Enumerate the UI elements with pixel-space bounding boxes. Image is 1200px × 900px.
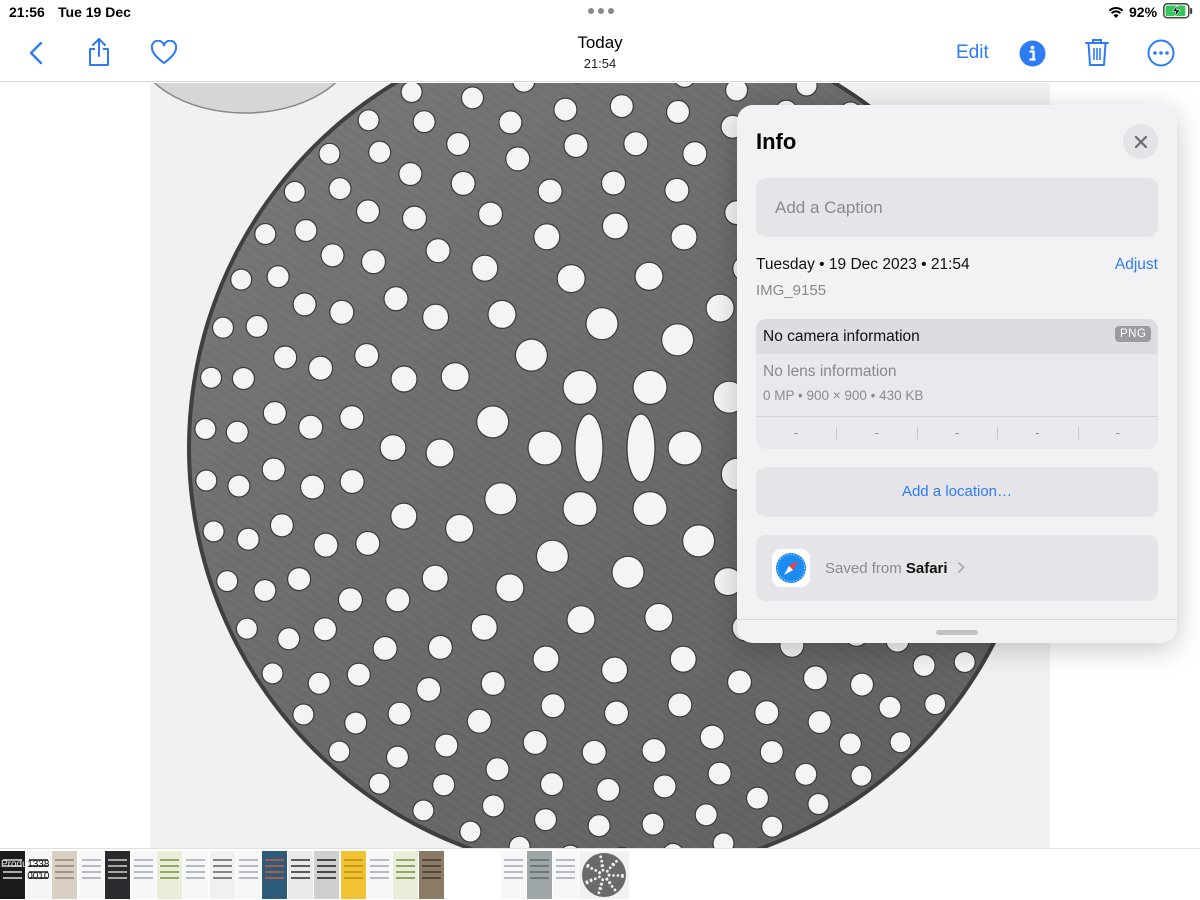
safari-icon — [772, 549, 810, 587]
thumbnail-gamepad-dark[interactable] — [314, 851, 340, 899]
camera-info-card: No camera information PNG No lens inform… — [756, 319, 1158, 449]
thumbnail-preview-marks — [343, 859, 363, 861]
thumbnail-infographic[interactable] — [262, 851, 287, 899]
panel-resize-handle[interactable] — [936, 630, 978, 635]
capture-date: Tuesday • 19 Dec 2023 • 21:54 — [756, 256, 970, 273]
info-button-icon[interactable] — [1018, 39, 1046, 67]
photos-app: 21:56 Tue 19 Dec 92% Today 21:54 Edit In… — [0, 0, 1200, 900]
close-icon — [1134, 135, 1147, 148]
multitasking-dots-icon[interactable] — [588, 8, 614, 14]
thumbnail-device[interactable] — [419, 851, 445, 899]
more-options-icon[interactable] — [1146, 38, 1176, 68]
thumbnail-preview-marks — [81, 859, 101, 861]
thumbnail-dark-screen[interactable] — [104, 851, 130, 899]
share-icon[interactable] — [84, 36, 114, 68]
exif-exposure-value: - — [916, 417, 997, 449]
thumbnail-blank[interactable] — [445, 851, 500, 899]
status-bar: 21:56 Tue 19 Dec 92% — [0, 0, 1200, 24]
navigation-bar: Today 21:54 Edit — [0, 24, 1200, 82]
thumbnail-preview-marks — [107, 859, 127, 861]
saved-from-safari-row[interactable]: Saved from Safari — [756, 535, 1158, 601]
add-location-button[interactable]: Add a location… — [756, 467, 1158, 517]
battery-percent: 92% — [1129, 4, 1158, 20]
thumbnail-green-doc[interactable] — [393, 851, 418, 899]
info-panel: Info Tuesday • 19 Dec 2023 • 21:54 Adjus… — [737, 105, 1177, 643]
camera-info-title: No camera information — [763, 328, 920, 345]
thumbnail-preview-marks — [529, 859, 549, 861]
thumbnail-yellow[interactable] — [340, 851, 366, 899]
thumbnail-preview-marks — [265, 859, 284, 861]
thumbnail-preview-marks — [317, 859, 337, 861]
info-panel-title: Info — [756, 129, 797, 154]
saved-from-prefix: Saved from — [825, 560, 902, 577]
thumbnail-preview-marks — [186, 859, 206, 861]
adjust-date-button[interactable]: Adjust — [1097, 256, 1158, 274]
thumbnail-preview-marks — [55, 859, 75, 861]
nav-title: Today — [577, 33, 623, 52]
thumbnail-preview-marks — [212, 859, 232, 861]
back-chevron-icon[interactable] — [24, 38, 48, 68]
saved-from-app: Safari — [905, 560, 948, 577]
thumbnail-preview-marks — [422, 859, 442, 861]
thumbnail-document[interactable] — [553, 851, 578, 899]
file-format-badge: PNG — [1115, 326, 1152, 342]
panel-divider — [737, 619, 1177, 620]
camera-info-header: No camera information PNG — [756, 319, 1158, 354]
wifi-icon — [1107, 5, 1125, 22]
battery-charging-icon — [1163, 3, 1193, 22]
image-specs: 0 MP • 900 × 900 • 430 KB — [763, 388, 924, 403]
favorite-heart-icon[interactable] — [148, 38, 180, 66]
status-date: Tue 19 Dec — [58, 4, 131, 20]
thumbnail-beige[interactable] — [52, 851, 78, 899]
close-info-button[interactable] — [1123, 124, 1158, 159]
exif-row: - - - - - — [756, 416, 1158, 449]
thumbnail-strip[interactable]: Produ 1338 0010 — [0, 848, 1200, 900]
delete-trash-icon[interactable] — [1083, 36, 1111, 68]
thumbnail-preview-marks — [160, 859, 180, 861]
exif-focal-length: - — [836, 417, 916, 449]
chevron-right-icon — [957, 561, 965, 574]
nav-subtitle-time: 21:54 — [583, 56, 617, 71]
exif-shutter-speed: - — [1077, 417, 1158, 449]
thumbnail-document[interactable] — [183, 851, 209, 899]
thumbnail-document[interactable] — [366, 851, 392, 899]
thumbnail-barcode[interactable]: 1338 0010 — [26, 851, 52, 899]
thumbnail-preview-marks — [369, 859, 389, 861]
thumbnail-preview-marks — [396, 859, 415, 861]
thumbnail-sieve-selected[interactable] — [579, 851, 630, 899]
thumbnail-document[interactable] — [131, 851, 156, 899]
edit-button[interactable]: Edit — [956, 42, 989, 64]
lens-info: No lens information — [763, 363, 897, 380]
thumbnail-dark-text[interactable]: Produ — [0, 851, 25, 899]
thumbnail-document[interactable] — [235, 851, 261, 899]
thumbnail-preview-marks — [134, 859, 153, 861]
status-time: 21:56 — [9, 4, 45, 20]
caption-input[interactable] — [756, 178, 1158, 237]
thumbnail-gamepad[interactable] — [288, 851, 314, 899]
thumbnail-preview-marks — [503, 859, 523, 861]
thumbnail-document[interactable] — [500, 851, 526, 899]
thumbnail-photo-grey[interactable] — [526, 851, 552, 899]
saved-from-text: Saved from Safari — [825, 560, 948, 577]
thumbnail-document[interactable] — [78, 851, 104, 899]
thumbnail-preview-marks — [291, 859, 311, 861]
caption-field-container — [756, 178, 1158, 237]
file-name: IMG_9155 — [756, 282, 827, 299]
thumbnail-clock[interactable] — [209, 851, 235, 899]
thumbnail-preview-marks — [238, 859, 258, 861]
exif-aperture: - — [997, 417, 1077, 449]
exif-iso: - — [794, 425, 799, 440]
thumbnail-text: Produ — [1, 859, 25, 870]
thumbnail-green-doc[interactable] — [157, 851, 183, 899]
thumbnail-preview-marks — [556, 859, 575, 861]
thumbnail-text: 1338 0010 — [27, 859, 50, 882]
